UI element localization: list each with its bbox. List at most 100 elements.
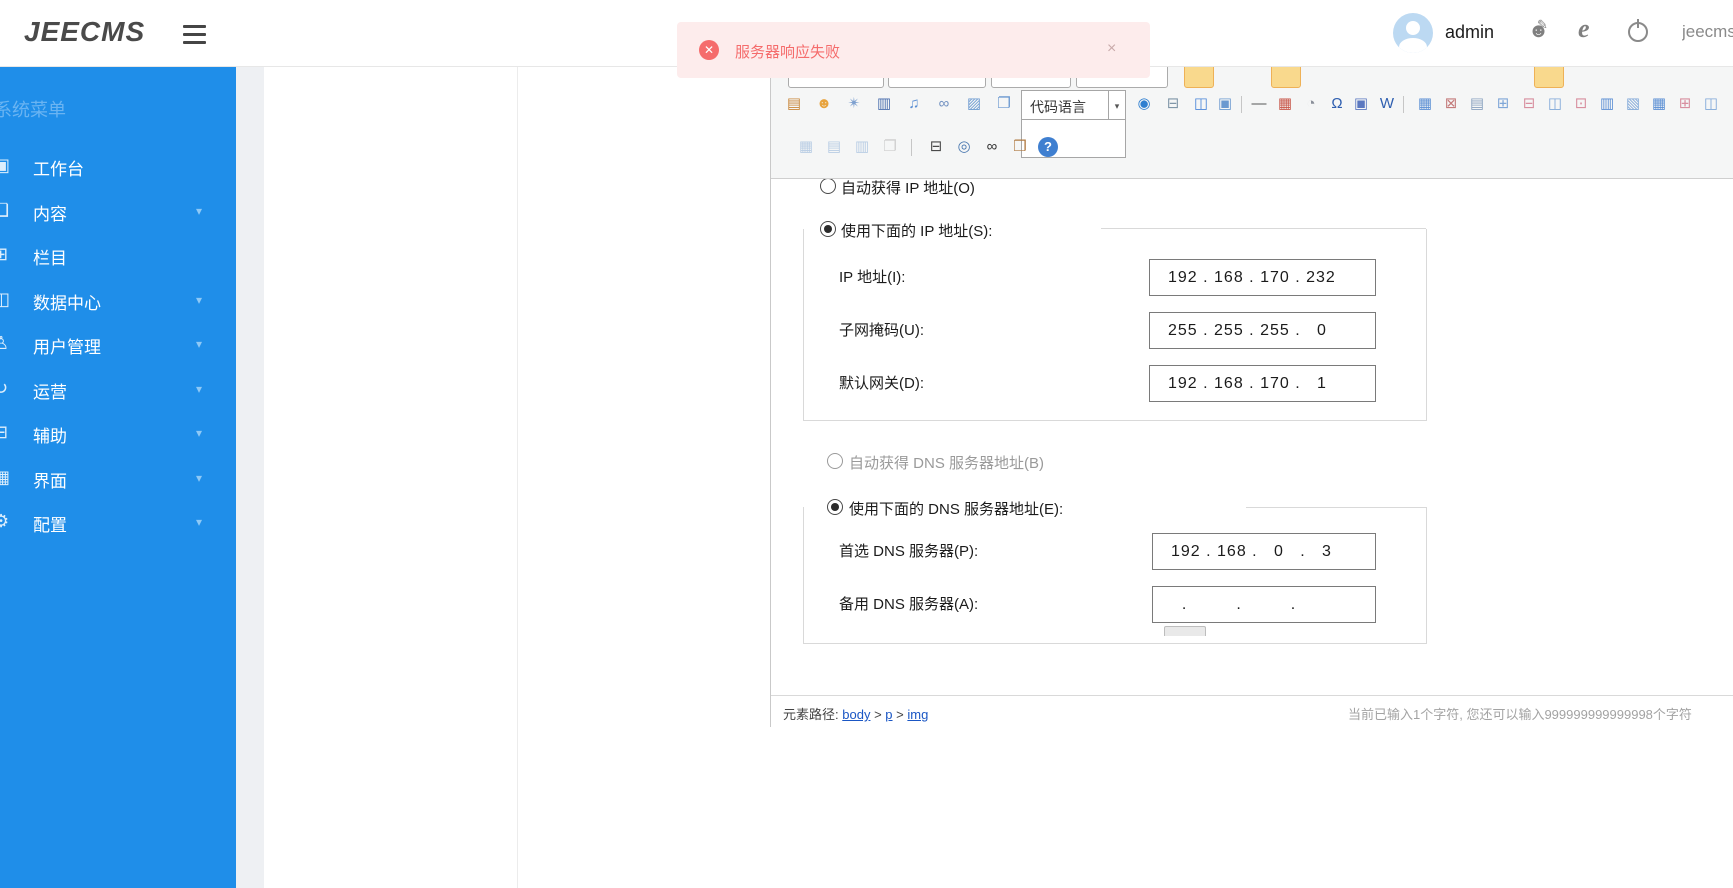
editor-content-area[interactable]: 自动获得 IP 地址(O) 使用下面的 IP 地址(S): IP 地址(I): … — [771, 179, 1733, 695]
config-icon: ⚙ — [0, 511, 9, 532]
layout-columns-icon[interactable]: ◫ — [1191, 94, 1211, 114]
alternate-dns-value: . . . — [1171, 596, 1296, 614]
channel-icon: ⊞ — [0, 244, 8, 265]
radio-use-dns-label: 使用下面的 DNS 服务器地址(E): — [849, 498, 1063, 519]
horizontal-rule-icon[interactable]: — — [1249, 94, 1269, 114]
path-link-body[interactable]: body — [842, 707, 870, 722]
row-delete-icon[interactable]: ⊟ — [1519, 94, 1539, 114]
page-icon[interactable]: ❐ — [994, 94, 1014, 114]
code-language-combo[interactable]: 代码语言 — [1021, 90, 1109, 120]
subnet-mask-label: 子网掩码(U): — [839, 319, 924, 340]
table-delete-icon[interactable]: ⊠ — [1441, 94, 1461, 114]
operation-icon: ↻ — [0, 378, 8, 399]
ip-address-input: 192 . 168 . 170 . 232 — [1149, 259, 1376, 296]
media-icon[interactable]: ▣ — [1351, 94, 1371, 114]
page-break-icon[interactable]: ⊟ — [1163, 94, 1183, 114]
emoticon-icon[interactable]: ☻ — [814, 94, 834, 114]
path-link-p[interactable]: p — [885, 707, 892, 722]
col-insert-icon[interactable]: ◫ — [1545, 94, 1565, 114]
sidebar-item-interface[interactable]: ▦界面▾ — [0, 462, 236, 496]
sidebar-title: 系统菜单 — [0, 96, 66, 122]
table-insert-icon[interactable]: ▦ — [1415, 94, 1435, 114]
row-merge-icon[interactable]: ▦ — [1649, 94, 1669, 114]
avatar[interactable] — [1393, 13, 1433, 53]
music-icon[interactable]: ♫ — [904, 94, 924, 114]
video-icon[interactable]: ▥ — [874, 94, 894, 114]
flash-icon[interactable]: ✴ — [844, 94, 864, 114]
editor-statusbar: 元素路径: body > p > img 当前已输入1个字符, 您还可以输入99… — [771, 695, 1733, 726]
radio-auto-ip-label: 自动获得 IP 地址(O) — [841, 179, 975, 198]
preview-icon[interactable]: ◎ — [954, 137, 974, 157]
sidebar-item-channel[interactable]: ⊞栏目 — [0, 239, 236, 273]
link-icon[interactable]: ∞ — [934, 94, 954, 114]
user-name: admin — [1445, 22, 1494, 43]
clock-icon[interactable]: ◔ — [1301, 94, 1321, 114]
sidebar-item-workbench[interactable]: ▣工作台 — [0, 150, 236, 184]
table-prop-icon[interactable]: ▤ — [1467, 94, 1487, 114]
col-delete-icon[interactable]: ⊡ — [1571, 94, 1591, 114]
image-transfer-icon[interactable]: ▣ — [1215, 94, 1235, 114]
table-cell-prop-icon[interactable]: ◫ — [1701, 94, 1721, 114]
paste-icon[interactable]: ❒ — [1010, 137, 1030, 157]
toolbar-separator — [911, 139, 912, 156]
sidebar-item-config[interactable]: ⚙配置▾ — [0, 506, 236, 540]
image-fragment — [1164, 626, 1206, 636]
table-disabled-2-icon[interactable]: ▤ — [824, 137, 844, 157]
cell-split-icon[interactable]: ▧ — [1623, 94, 1643, 114]
groupbox2-top-line — [1246, 507, 1426, 508]
sidebar-item-data-center[interactable]: ◫数据中心▾ — [0, 284, 236, 318]
chevron-down-icon: ▾ — [196, 337, 202, 351]
chevron-down-icon: ▾ — [196, 426, 202, 440]
menu-toggle-icon[interactable] — [183, 25, 206, 44]
groupbox2-bottom-line — [803, 643, 1427, 644]
workbench-icon: ▣ — [0, 155, 10, 176]
help-icon[interactable]: ? — [1038, 137, 1058, 157]
alternate-dns-input: . . . — [1152, 586, 1376, 623]
toolbar-separator — [1403, 96, 1404, 113]
chevron-down-icon: ▾ — [196, 515, 202, 529]
batch-image-icon[interactable]: ▤ — [784, 94, 804, 114]
assist-icon: ⊟ — [0, 422, 8, 443]
table-disabled-1-icon[interactable]: ▦ — [796, 137, 816, 157]
sidebar-item-user-management[interactable]: ♙用户管理▾ — [0, 328, 236, 362]
element-path: 元素路径: body > p > img — [783, 704, 928, 723]
col-split-icon[interactable]: ⊞ — [1675, 94, 1695, 114]
path-separator: > — [896, 707, 904, 722]
toast-close-icon[interactable]: × — [1107, 40, 1116, 58]
browser-icon[interactable]: e — [1578, 14, 1590, 44]
table-disabled-3-icon[interactable]: ▥ — [852, 137, 872, 157]
find-icon[interactable]: ∞ — [982, 137, 1002, 157]
path-link-img[interactable]: img — [907, 707, 928, 722]
toolbar-separator — [1241, 96, 1242, 113]
code-language-arrow[interactable]: ▾ — [1109, 90, 1126, 120]
element-path-label: 元素路径: — [783, 707, 839, 722]
sidebar-item-content[interactable]: ❏内容▾ — [0, 195, 236, 229]
page-disabled-icon[interactable]: ❐ — [880, 137, 900, 157]
subnet-mask-value: 255 . 255 . 255 . 0 — [1168, 322, 1327, 340]
user-edit-icon[interactable]: ☻✎ — [1528, 20, 1549, 43]
row-insert-icon[interactable]: ⊞ — [1493, 94, 1513, 114]
sidebar: 系统菜单 ▣工作台 ❏内容▾ ⊞栏目 ◫数据中心▾ ♙用户管理▾ ↻运营▾ ⊟辅助▾ ▦界面▾… — [0, 67, 236, 888]
error-toast: ✕ 服务器响应失败 × — [677, 22, 1150, 78]
word-import-icon[interactable]: W — [1377, 94, 1397, 114]
panel-divider — [517, 67, 518, 888]
radio-auto-dns-label: 自动获得 DNS 服务器地址(B) — [849, 452, 1044, 473]
sidebar-item-assist[interactable]: ⊟辅助▾ — [0, 417, 236, 451]
print-icon[interactable]: ⊟ — [926, 137, 946, 157]
ip-address-label: IP 地址(I): — [839, 266, 905, 287]
calendar-icon[interactable]: ▦ — [1275, 94, 1295, 114]
omega-icon[interactable]: Ω — [1327, 94, 1347, 114]
radio-use-dns — [827, 499, 843, 515]
sidebar-item-operation[interactable]: ↻运营▾ — [0, 373, 236, 407]
char-count-info: 当前已输入1个字符, 您还可以输入999999999999998个字符 — [1348, 704, 1692, 723]
logout-power-icon[interactable] — [1628, 22, 1648, 42]
chevron-down-icon: ▾ — [196, 293, 202, 307]
error-message: 服务器响应失败 — [735, 41, 840, 62]
chevron-down-icon: ▾ — [196, 471, 202, 485]
image-map-icon[interactable]: ▨ — [964, 94, 984, 114]
path-separator: > — [874, 707, 882, 722]
groupbox1-left-line — [803, 229, 804, 420]
cell-merge-icon[interactable]: ▥ — [1597, 94, 1617, 114]
globe-icon[interactable]: ◉ — [1134, 94, 1154, 114]
ip-address-value: 192 . 168 . 170 . 232 — [1168, 269, 1336, 287]
